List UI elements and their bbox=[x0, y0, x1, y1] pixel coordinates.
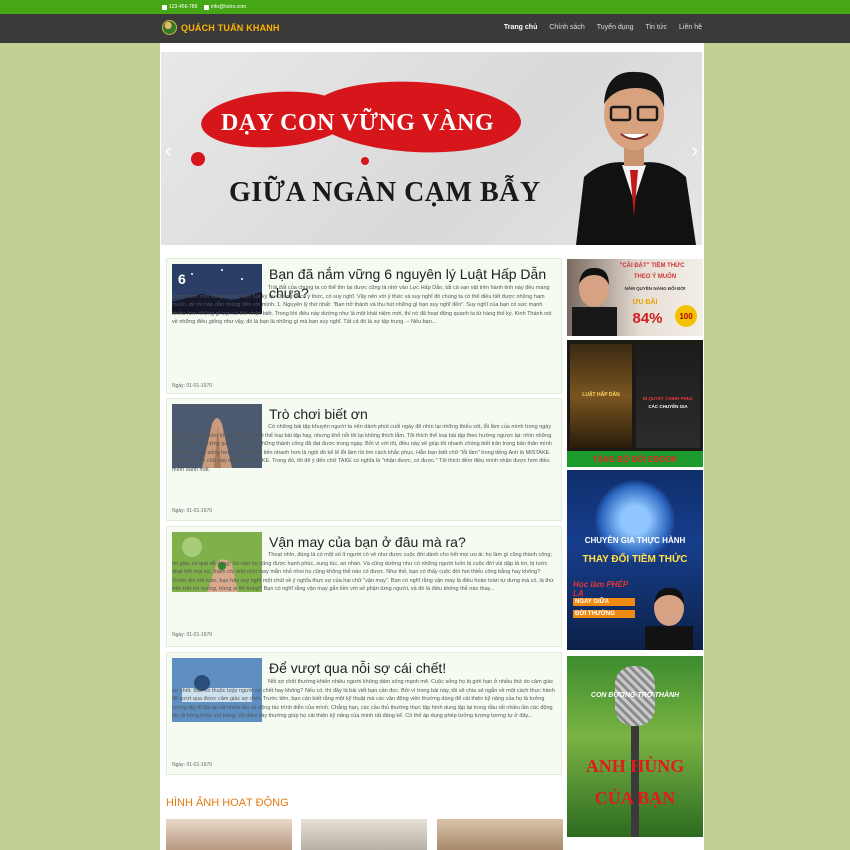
mail-icon bbox=[204, 4, 209, 10]
site-logo[interactable]: QUÁCH TUẤN KHANH bbox=[162, 20, 280, 35]
email-contact[interactable]: info@hstro.com bbox=[204, 4, 246, 10]
slide-headline: DẠY CON VỮNG VÀNG bbox=[221, 110, 495, 136]
ebook-banner: TẶNG BỘ ĐÔI EBOOK bbox=[567, 451, 703, 467]
post-card[interactable]: Trò chơi biết ơn Có những bài tập khuyên… bbox=[166, 398, 562, 521]
slider-prev-arrow[interactable]: ‹ bbox=[165, 140, 172, 163]
brand-name: QUÁCH TUẤN KHANH bbox=[181, 22, 280, 33]
phone-icon bbox=[162, 4, 167, 10]
ad-speaker-photo bbox=[645, 587, 693, 650]
post-excerpt: Nỗi sợ chết thường khiến nhiều người khô… bbox=[172, 679, 555, 720]
ad-badge: 100 bbox=[675, 305, 697, 327]
ad-line: CỦA BẠN bbox=[594, 788, 676, 808]
post-date: Ngày: 01-01-1970 bbox=[172, 383, 213, 389]
ad-line: ĐỜI THƯỜNG bbox=[573, 610, 635, 618]
ad-line: CHUYÊN GIA THỰC HÀNH bbox=[584, 536, 686, 545]
nav-policy[interactable]: Chính sách bbox=[549, 24, 584, 31]
ad-line: ANH HÙNG bbox=[585, 756, 685, 776]
post-date: Ngày: 01-01-1970 bbox=[172, 632, 213, 638]
gallery-image[interactable] bbox=[437, 819, 563, 850]
post-date: Ngày: 01-01-1970 bbox=[172, 762, 213, 768]
ebook-title: BÍ QUYẾT CHINH PHỤC bbox=[642, 396, 694, 401]
ad-line: "CÀI ĐẶT" TIỀM THỨC bbox=[619, 263, 685, 269]
logo-emblem-icon bbox=[162, 20, 177, 35]
ebook-cover: BÍ QUYẾT CHINH PHỤC CÁC CHUYÊN GIA bbox=[636, 344, 700, 448]
ad-line: THEO Ý MUỐN bbox=[633, 274, 677, 280]
phone-contact[interactable]: 123-456-789 bbox=[162, 4, 197, 10]
nav-home[interactable]: Trang chủ bbox=[504, 24, 537, 31]
ebook-cover: LUẬT HẤP DẪN bbox=[570, 344, 632, 448]
ad-line: NẮM QUYỀN NĂNG ĐỔI ĐỜI bbox=[624, 286, 686, 291]
sidebar-ad-subconscious[interactable]: "CÀI ĐẶT" TIỀM THỨC THEO Ý MUỐN NẮM QUYỀ… bbox=[567, 259, 703, 336]
ebook-title: CÁC CHUYÊN GIA bbox=[648, 404, 688, 409]
post-excerpt: Có những bài tập khuyên người ta nên dàn… bbox=[172, 424, 552, 473]
post-card[interactable]: Để vượt qua nỗi sợ cái chết! Nỗi sợ chết… bbox=[166, 652, 562, 775]
post-excerpt: Trái đất của chúng ta có thể tồn tại đượ… bbox=[172, 285, 552, 326]
sidebar-ad-hero[interactable]: CON ĐƯỜNG TRỞ THÀNH ANH HÙNG CỦA BẠN bbox=[567, 656, 703, 837]
speaker-photo bbox=[576, 71, 696, 245]
hero-slider[interactable]: DẠY CON VỮNG VÀNG GIỮA NGÀN CẠM BẪY ‹ › bbox=[161, 52, 702, 245]
nav-recruitment[interactable]: Tuyển dụng bbox=[597, 24, 634, 31]
post-title[interactable]: Trò chơi biết ơn bbox=[269, 405, 553, 424]
top-contact-bar: 123-456-789 info@hstro.com bbox=[0, 0, 850, 14]
slide-subheadline: GIỮA NGÀN CẠM BẪY bbox=[229, 177, 541, 208]
gallery-title: HÌNH ẢNH HOẠT ĐỘNG bbox=[166, 797, 289, 809]
post-date: Ngày: 01-01-1970 bbox=[172, 508, 213, 514]
ad-speaker-photo bbox=[572, 267, 617, 336]
post-card[interactable]: Vận may của bạn ở đâu mà ra? Thoạt nhìn,… bbox=[166, 526, 562, 647]
main-navbar: QUÁCH TUẤN KHANH Trang chủ Chính sách Tu… bbox=[0, 14, 850, 43]
post-card[interactable]: 6 Bạn đã nắm vững 6 nguyên lý Luật Hấp D… bbox=[166, 258, 562, 394]
ebook-title: LUẬT HẤP DẪN bbox=[582, 392, 620, 398]
gallery-image[interactable] bbox=[301, 819, 427, 850]
nav-contact[interactable]: Liên hệ bbox=[679, 24, 702, 31]
post-excerpt: Thoạt nhìn, đúng là có một số ít người c… bbox=[172, 552, 554, 593]
slider-next-arrow[interactable]: › bbox=[691, 140, 698, 163]
email-text: info@hstro.com bbox=[211, 4, 247, 10]
nav-menu: Trang chủ Chính sách Tuyển dụng Tin tức … bbox=[504, 24, 702, 31]
paint-drop bbox=[361, 157, 369, 165]
phone-text: 123-456-789 bbox=[169, 4, 198, 10]
ad-line: NGAY GIỮA bbox=[573, 598, 635, 606]
ad-percent: 84% bbox=[632, 310, 663, 327]
mic-stand bbox=[631, 726, 639, 837]
post-title[interactable]: Vận may của bạn ở đâu mà ra? bbox=[269, 533, 553, 552]
ad-line: THAY ĐỔI TIỀM THỨC bbox=[582, 554, 688, 565]
brain-graphic bbox=[595, 480, 675, 560]
sidebar-ad-ebook[interactable]: LUẬT HẤP DẪN BÍ QUYẾT CHINH PHỤC CÁC CHU… bbox=[567, 340, 703, 467]
ad-promo: ƯU ĐÃI bbox=[632, 299, 658, 306]
ad-line: Học làm PHÉP LẠ bbox=[573, 580, 628, 598]
ad-line: CON ĐƯỜNG TRỞ THÀNH bbox=[590, 692, 680, 699]
paint-drop bbox=[191, 152, 205, 166]
nav-news[interactable]: Tin tức bbox=[645, 24, 667, 31]
sidebar-ad-practice[interactable]: CHUYÊN GIA THỰC HÀNH THAY ĐỔI TIỀM THỨC … bbox=[567, 470, 703, 650]
post-title[interactable]: Để vượt qua nỗi sợ cái chết! bbox=[269, 659, 553, 678]
gallery-image[interactable] bbox=[166, 819, 292, 850]
